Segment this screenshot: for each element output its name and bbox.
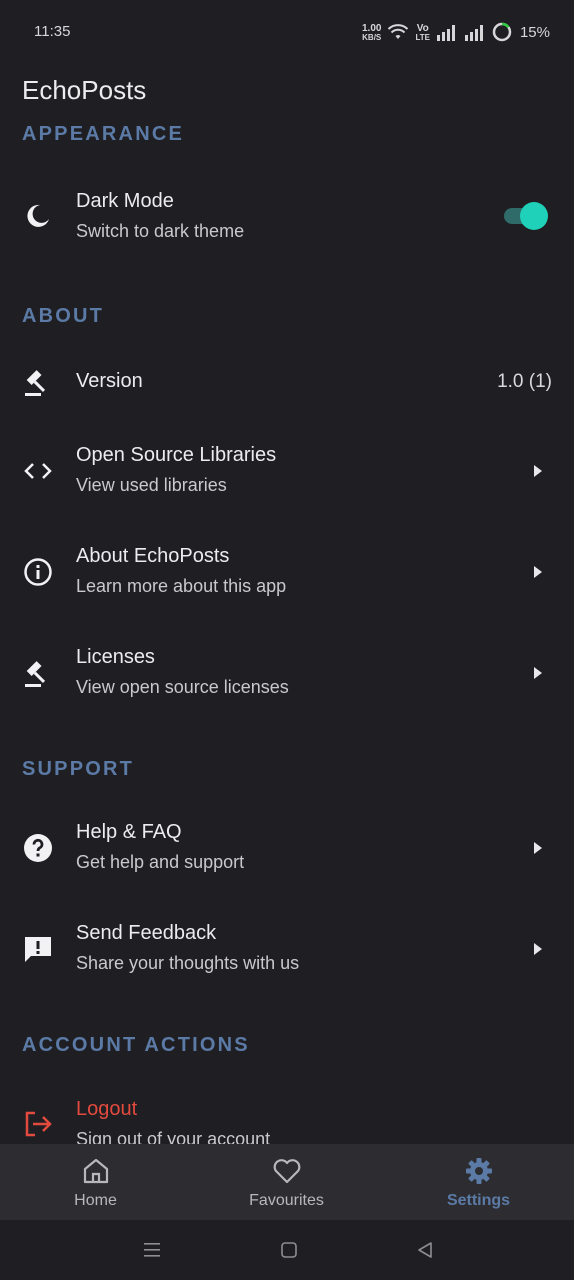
- home-square-icon[interactable]: [277, 1238, 301, 1262]
- nav-settings-label: Settings: [446, 1192, 511, 1209]
- logout-title: Logout: [76, 1098, 138, 1120]
- about-subtitle: Learn more about this app: [76, 576, 287, 596]
- nav-favourites-label: Favourites: [249, 1192, 324, 1209]
- send-feedback-row[interactable]: Send Feedback Share your thoughts with u…: [0, 903, 574, 995]
- chevron-right-icon: [534, 943, 542, 955]
- feedback-subtitle: Share your thoughts with us: [76, 953, 300, 973]
- nav-settings[interactable]: Settings: [383, 1144, 574, 1220]
- nav-home-label: Home: [74, 1192, 117, 1209]
- dark-mode-toggle[interactable]: [502, 202, 548, 230]
- volte-indicator: Vo LTE: [415, 22, 430, 42]
- section-support: SUPPORT: [22, 758, 135, 780]
- status-time: 11:35: [34, 23, 71, 40]
- section-about: ABOUT: [22, 305, 105, 327]
- chevron-right-icon: [534, 566, 542, 578]
- gavel-icon: [22, 366, 54, 398]
- feedback-title: Send Feedback: [76, 922, 217, 944]
- code-icon: [22, 455, 54, 487]
- open-source-title: Open Source Libraries: [76, 444, 277, 466]
- version-value: 1.0 (1): [497, 371, 552, 392]
- open-source-subtitle: View used libraries: [76, 475, 227, 495]
- status-bar: 11:35 1.00 KB/S Vo LTE 15%: [0, 0, 574, 64]
- licenses-row[interactable]: Licenses View open source licenses: [0, 627, 574, 719]
- open-source-libraries-row[interactable]: Open Source Libraries View used librarie…: [0, 425, 574, 517]
- licenses-subtitle: View open source licenses: [76, 677, 289, 697]
- back-triangle-icon[interactable]: [413, 1238, 437, 1262]
- about-title: About EchoPosts: [76, 545, 230, 567]
- feedback-icon: [22, 933, 54, 965]
- system-navigation-bar: [0, 1220, 574, 1280]
- dark-mode-title: Dark Mode: [76, 190, 174, 212]
- heart-icon: [273, 1159, 300, 1184]
- version-row: Version 1.0 (1): [0, 336, 574, 428]
- bottom-navigation: Home Favourites Settings: [0, 1144, 574, 1220]
- nav-home[interactable]: Home: [0, 1144, 191, 1220]
- home-icon: [83, 1158, 108, 1184]
- version-title: Version: [76, 370, 143, 392]
- dark-mode-subtitle: Switch to dark theme: [76, 221, 245, 241]
- nav-favourites[interactable]: Favourites: [191, 1144, 382, 1220]
- help-subtitle: Get help and support: [76, 852, 245, 872]
- chevron-right-icon: [534, 667, 542, 679]
- licenses-title: Licenses: [76, 646, 155, 668]
- help-title: Help & FAQ: [76, 821, 182, 843]
- help-icon: [22, 832, 54, 864]
- settings-screen: 11:35 1.00 KB/S Vo LTE 15% EchoPosts APP…: [0, 0, 574, 1280]
- toggle-knob: [520, 202, 548, 230]
- chevron-right-icon: [534, 842, 542, 854]
- logout-icon: [22, 1108, 54, 1140]
- status-icons: 1.00 KB/S Vo LTE 15%: [362, 20, 550, 44]
- signal-icon: [436, 25, 455, 41]
- section-account-actions: ACCOUNT ACTIONS: [22, 1034, 250, 1056]
- battery-percent: 15%: [519, 23, 550, 41]
- section-appearance: APPEARANCE: [22, 123, 185, 145]
- app-title: EchoPosts: [22, 75, 147, 105]
- gavel-icon: [22, 657, 54, 689]
- dark-mode-row[interactable]: Dark Mode Switch to dark theme: [0, 170, 574, 262]
- wifi-icon: [388, 24, 409, 39]
- recents-menu-icon[interactable]: [140, 1238, 164, 1262]
- info-icon: [22, 556, 54, 588]
- gear-icon: [465, 1158, 492, 1184]
- battery-icon: [492, 22, 512, 42]
- chevron-right-icon: [534, 465, 542, 477]
- moon-icon: [22, 200, 54, 232]
- signal-icon-2: [464, 25, 483, 41]
- network-speed: 1.00 KB/S: [361, 22, 382, 42]
- about-echoposts-row[interactable]: About EchoPosts Learn more about this ap…: [0, 526, 574, 618]
- help-faq-row[interactable]: Help & FAQ Get help and support: [0, 802, 574, 894]
